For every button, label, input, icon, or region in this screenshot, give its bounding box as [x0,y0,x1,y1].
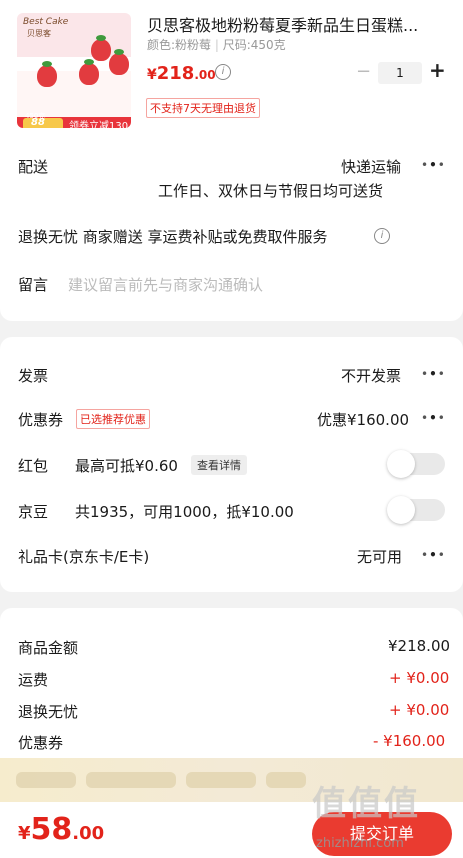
order-product-card: Best Cake 贝思客 450克 88 领券立减130 贝思客极地粉粉莓夏季… [0,0,463,321]
return-policy-badge: 不支持7天无理由退货 [146,98,260,118]
view-details-button[interactable]: 查看详情 [191,455,247,475]
delivery-label: 配送 [18,158,49,176]
red-packet-desc: 最高可抵¥0.60 [75,457,178,475]
strawberry-icon [91,35,111,61]
jingdou-label: 京豆 [18,503,49,521]
product-price: ¥218.00 [147,63,216,84]
summary-label: 运费 [18,671,49,689]
red-packet-toggle[interactable] [387,450,445,478]
blur-blot [16,772,76,788]
coupon-value[interactable]: 优惠¥160.00 [317,409,409,430]
jingdou-desc: 共1935，可用1000，抵¥10.00 [75,503,294,521]
service-text: 退换无忧 商家赠送 享运费补贴或免费取件服务 [18,228,328,246]
coupon-label: 优惠券 [18,411,64,429]
delivery-method[interactable]: 快递运输 [341,156,401,177]
quantity-input[interactable]: 1 [378,62,422,84]
promo-band-text: 领券立减130 [69,121,129,128]
summary-value: + ¥0.00 [389,701,450,719]
more-dots-icon[interactable]: ••• [421,367,446,381]
summary-label: 退换无忧 [18,703,79,721]
total-amount: ¥58.00 [18,812,105,847]
info-icon[interactable]: i [215,64,231,80]
product-color: 颜色:粉粉莓 [147,38,212,52]
summary-value: ¥218.00 [388,637,451,655]
blur-blot [266,772,306,788]
more-dots-icon[interactable]: ••• [421,411,446,425]
promo-coin-text: 88 [31,117,45,128]
jingdou-toggle[interactable] [387,496,445,524]
summary-value: - ¥160.00 [373,732,446,750]
coupon-recommended-tag: 已选推荐优惠 [76,409,150,429]
toggle-knob [387,450,415,478]
invoice-label: 发票 [18,367,49,385]
watermark-logo: 值值值 [312,784,420,824]
message-input[interactable]: 建议留言前先与商家沟通确认 [68,274,263,295]
brand-logo-text: Best Cake [23,17,69,27]
delivery-schedule: 工作日、双休日与节假日均可送货 [158,182,384,200]
product-thumbnail[interactable]: Best Cake 贝思客 450克 88 领券立减130 [17,13,131,128]
blur-blot [186,772,256,788]
summary-label: 商品金额 [18,639,79,657]
red-packet-label: 红包 [18,457,49,475]
strawberry-icon [109,49,129,75]
product-spec: 颜色:粉粉莓 | 尺码:450克 [147,38,286,52]
quantity-decrease-button[interactable]: − [356,61,371,82]
more-dots-icon[interactable]: ••• [421,548,446,562]
invoice-value[interactable]: 不开发票 [341,365,401,386]
info-icon[interactable]: i [374,228,390,244]
summary-label: 优惠券 [18,734,64,752]
message-label: 留言 [18,276,49,294]
toggle-knob [387,496,415,524]
strawberry-icon [37,61,57,87]
summary-value: + ¥0.00 [389,669,450,687]
gift-card-value[interactable]: 无可用 [357,546,402,567]
brand-logo-cn: 贝思客 [27,29,51,38]
product-title[interactable]: 贝思客极地粉粉莓夏季新品生日蛋糕... [147,12,437,36]
strawberry-icon [79,59,99,85]
more-dots-icon[interactable]: ••• [421,158,446,172]
product-size: 尺码:450克 [222,38,286,52]
watermark-url: zhizhizhi.com [316,836,404,851]
blur-blot [86,772,176,788]
gift-card-label: 礼品卡(京东卡/E卡) [18,548,150,566]
quantity-increase-button[interactable]: + [429,58,446,82]
